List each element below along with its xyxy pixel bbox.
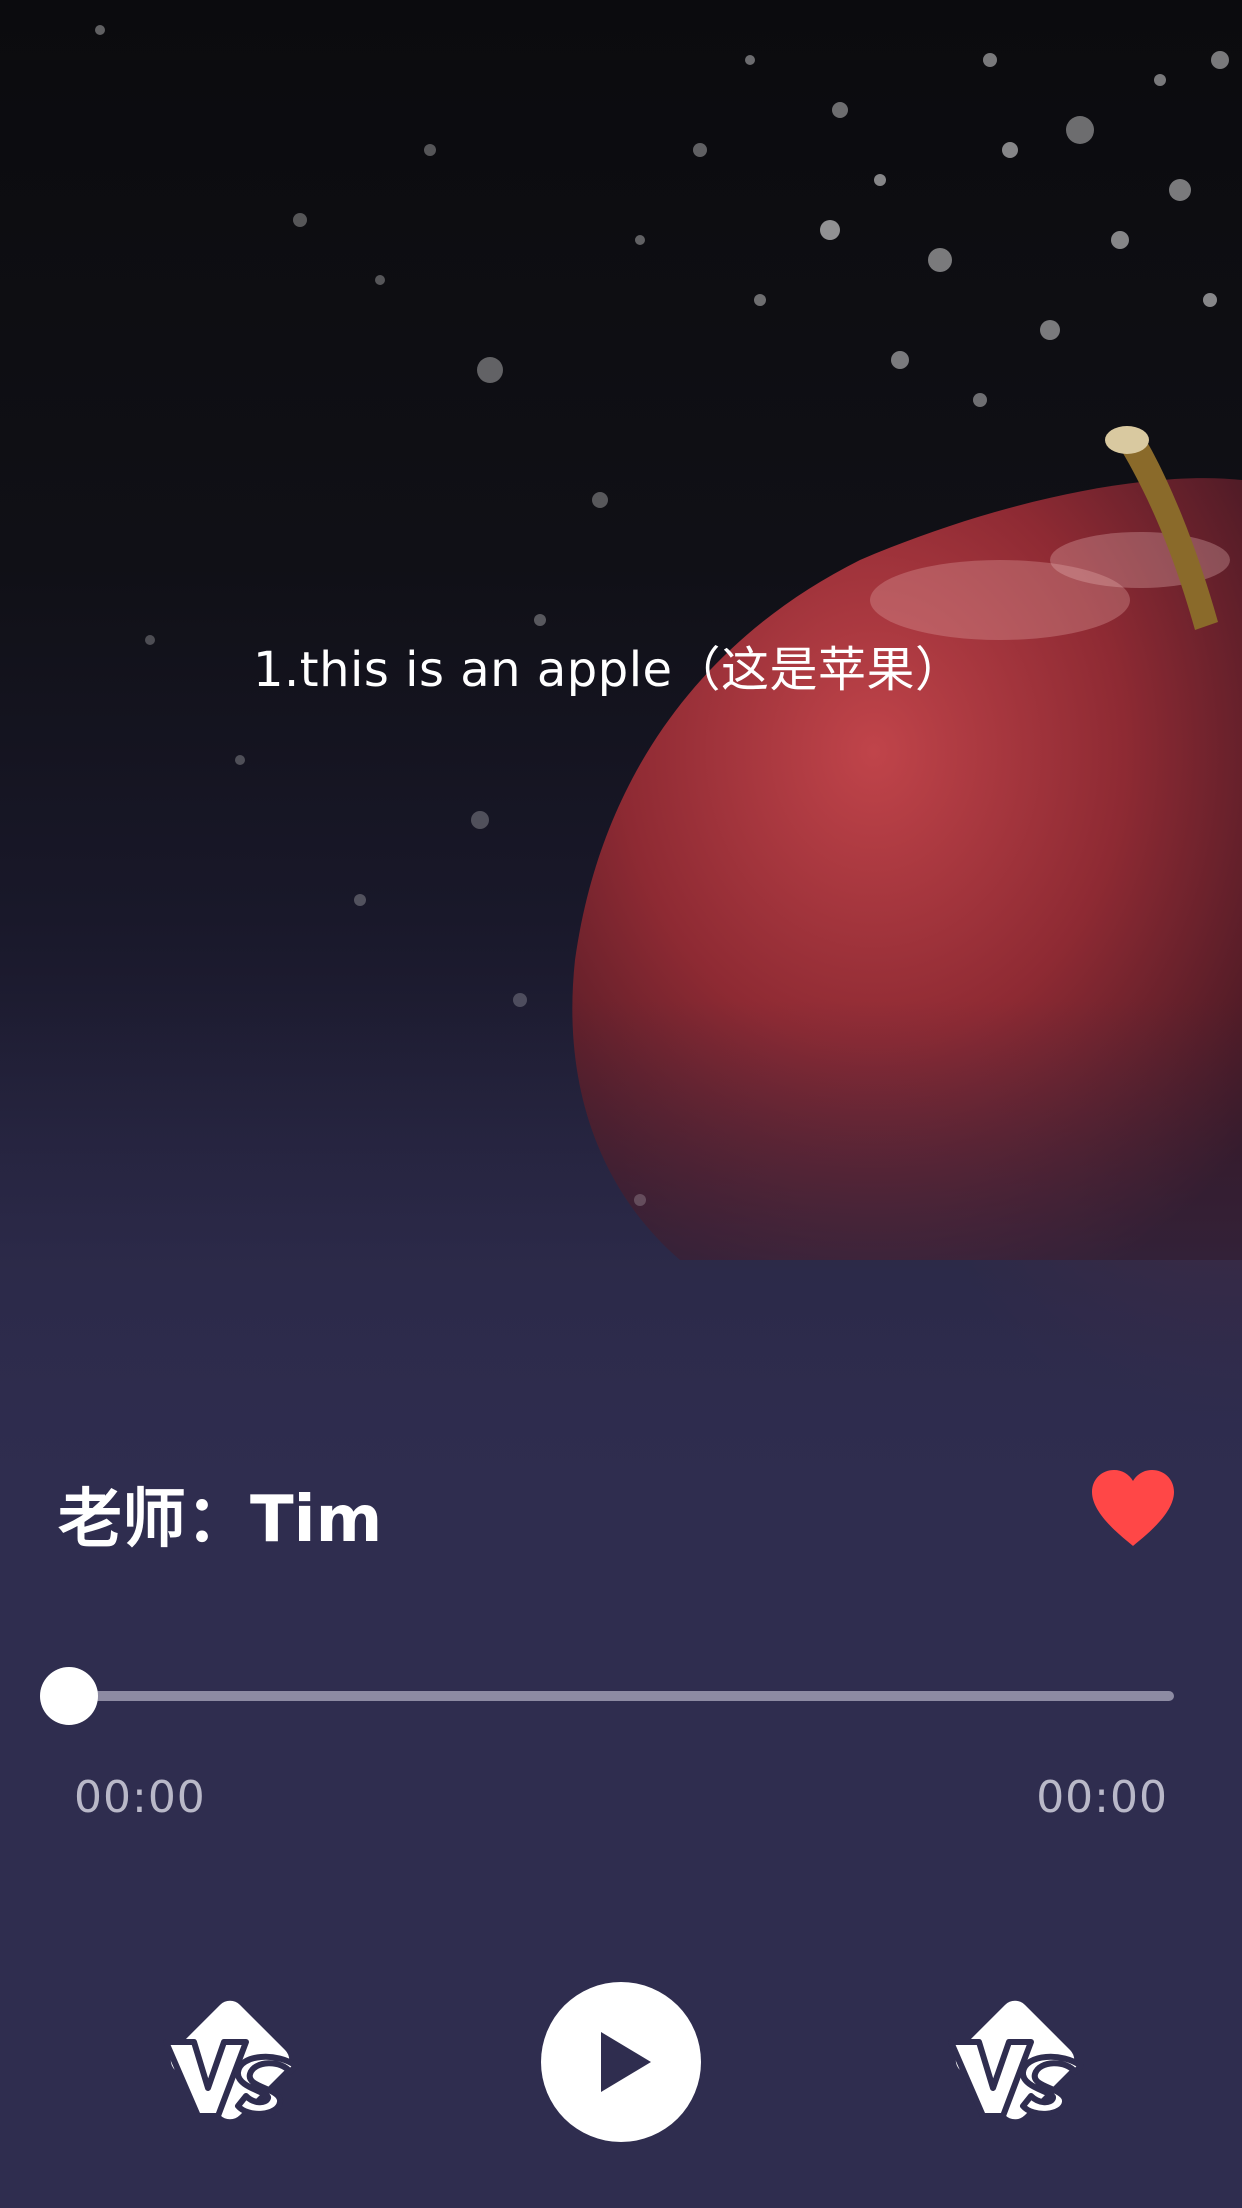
favorite-button[interactable] (1088, 1468, 1178, 1548)
lyric-text: 1.this is an apple（这是苹果） (253, 642, 964, 698)
current-time: 00:00 (74, 1772, 206, 1823)
total-time: 00:00 (1036, 1772, 1168, 1823)
play-button[interactable] (541, 1982, 701, 2142)
player-screen: 1.this is an apple（这是苹果） 老师：Tim 00:00 00… (0, 0, 1242, 2208)
heart-icon (1092, 1470, 1174, 1546)
cover-image (0, 0, 1242, 1480)
progress-knob[interactable] (40, 1667, 98, 1725)
progress-track[interactable] (68, 1691, 1174, 1701)
play-icon (601, 2032, 651, 2092)
previous-button[interactable] (150, 1980, 310, 2140)
teacher-label: 老师：Tim (58, 1483, 383, 1557)
next-button[interactable] (935, 1980, 1095, 2140)
vs-icon (948, 2000, 1084, 2120)
vs-icon (163, 2000, 299, 2120)
apple-illustration (0, 25, 1242, 1480)
